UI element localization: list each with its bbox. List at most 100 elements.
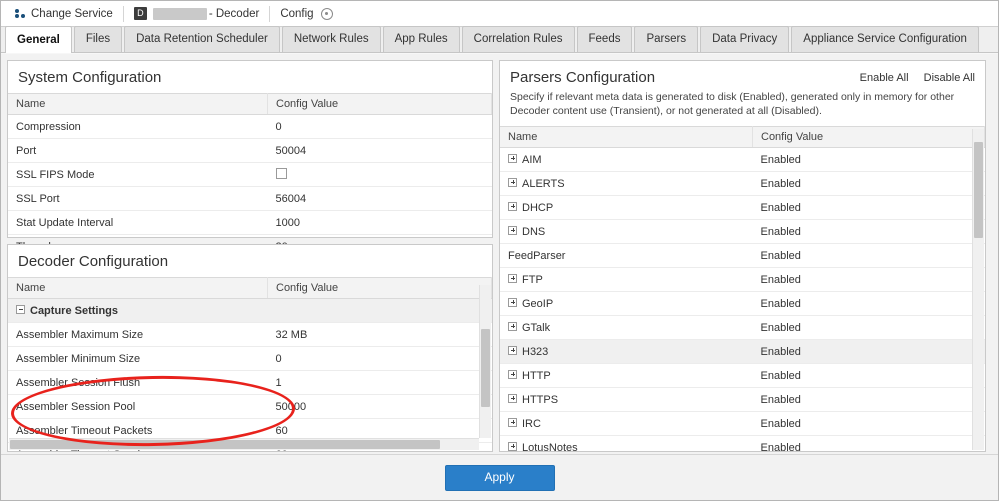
table-row[interactable]: FeedParser Enabled [500,243,985,269]
collapse-icon[interactable] [16,304,25,314]
group-label: Capture Settings [30,304,119,317]
decoder-vertical-scrollbar[interactable] [479,285,491,438]
column-header-name[interactable]: Name [8,277,268,299]
enable-all-link[interactable]: Enable All [860,72,909,84]
expand-icon[interactable] [508,321,517,331]
scroll-down-button[interactable] [480,427,491,438]
table-row[interactable]: Stat Update Interval 1000 [8,210,492,235]
column-header-name[interactable]: Name [500,126,753,149]
row-value[interactable]: 1 [267,370,492,395]
column-header-config-value[interactable]: Config Value [267,277,492,299]
row-value[interactable]: 32 MB [267,322,492,347]
table-row[interactable]: H323 Enabled [500,339,985,365]
expand-icon[interactable] [508,225,517,235]
table-row[interactable]: SSL Port 56004 [8,186,492,211]
row-value[interactable]: Enabled [752,435,985,451]
row-name: FTP [500,267,753,293]
config-menu[interactable]: Config [272,1,340,27]
row-value[interactable]: Enabled [752,267,985,293]
disable-all-link[interactable]: Disable All [924,72,975,84]
table-row[interactable]: SSL FIPS Mode [8,162,492,187]
table-row[interactable]: Assembler Session Pool 50000 [8,394,492,419]
tab-appliance-service-configuration[interactable]: Appliance Service Configuration [791,26,979,52]
expand-icon[interactable] [508,153,517,163]
row-name: DNS [500,219,753,245]
table-row[interactable]: Assembler Maximum Size 32 MB [8,322,492,347]
toolbar-divider [122,5,124,22]
table-row[interactable]: Assembler Session Flush 1 [8,370,492,395]
column-header-name[interactable]: Name [8,93,268,115]
tab-data-retention-scheduler[interactable]: Data Retention Scheduler [124,26,280,52]
table-row[interactable]: LotusNotes Enabled [500,435,985,451]
row-value[interactable]: Enabled [752,411,985,437]
row-value [267,298,492,323]
tab-data-privacy[interactable]: Data Privacy [700,26,790,52]
row-value [267,162,492,187]
table-row[interactable]: DNS Enabled [500,219,985,245]
row-value[interactable]: 50004 [267,138,492,163]
parsers-vertical-scrollbar[interactable] [972,129,984,450]
expand-icon[interactable] [508,177,517,187]
parsers-scroll-thumb[interactable] [974,142,983,238]
change-service-button[interactable]: Change Service [7,1,121,27]
table-row[interactable]: Assembler Minimum Size 0 [8,346,492,371]
decoder-config-window: Change Service D - Decoder Config Genera… [0,0,999,501]
decoder-service-label[interactable]: D - Decoder [126,1,268,27]
table-row[interactable]: Port 50004 [8,138,492,163]
tab-app-rules[interactable]: App Rules [382,26,460,52]
expand-icon[interactable] [508,297,517,307]
tab-feeds[interactable]: Feeds [576,26,633,52]
row-value[interactable]: Enabled [752,243,985,269]
table-row[interactable]: FTP Enabled [500,267,985,293]
row-value[interactable]: 56004 [267,186,492,211]
tab-correlation-rules[interactable]: Correlation Rules [461,26,575,52]
expand-icon[interactable] [508,369,517,379]
row-value[interactable]: Enabled [752,315,985,341]
table-row-group[interactable]: Capture Settings [8,298,492,323]
decoder-hscroll-thumb[interactable] [10,440,440,449]
row-value[interactable]: Enabled [752,219,985,245]
table-row[interactable]: IRC Enabled [500,411,985,437]
table-row[interactable]: ALERTS Enabled [500,171,985,197]
tab-files[interactable]: Files [73,26,123,52]
table-row[interactable]: GeoIP Enabled [500,291,985,317]
column-header-config-value[interactable]: Config Value [267,93,492,115]
parsers-table: Name Config Value AIM Enabled ALERTS Ena… [500,126,985,451]
row-value[interactable]: 1000 [267,210,492,235]
row-name: GeoIP [500,291,753,317]
scroll-down-button[interactable] [973,439,984,450]
decoder-horizontal-scrollbar[interactable] [9,438,479,450]
table-row[interactable]: DHCP Enabled [500,195,985,221]
row-value[interactable]: 0 [267,346,492,371]
expand-icon[interactable] [508,441,517,451]
tab-network-rules[interactable]: Network Rules [281,26,381,52]
expand-icon[interactable] [508,393,517,403]
row-value[interactable]: Enabled [752,195,985,221]
scroll-up-button[interactable] [480,285,491,296]
row-value[interactable]: Enabled [752,363,985,389]
top-toolbar: Change Service D - Decoder Config [1,1,998,27]
ssl-fips-mode-checkbox[interactable] [275,168,287,179]
table-row[interactable]: HTTP Enabled [500,363,985,389]
expand-icon[interactable] [508,345,517,355]
row-value[interactable]: 50000 [267,394,492,419]
row-value[interactable]: Enabled [752,387,985,413]
expand-icon[interactable] [508,273,517,283]
table-row[interactable]: HTTPS Enabled [500,387,985,413]
row-value[interactable]: Enabled [752,291,985,317]
row-value[interactable]: Enabled [752,171,985,197]
expand-icon[interactable] [508,201,517,211]
tab-parsers[interactable]: Parsers [634,26,699,52]
expand-icon[interactable] [508,417,517,427]
table-row[interactable]: Compression 0 [8,114,492,139]
row-value[interactable]: 0 [267,114,492,139]
decoder-scroll-thumb[interactable] [481,329,490,407]
apply-button[interactable]: Apply [444,464,555,491]
table-row[interactable]: AIM Enabled [500,147,985,173]
column-header-config-value[interactable]: Config Value [752,126,985,149]
tab-general[interactable]: General [5,26,72,53]
scroll-up-button[interactable] [973,129,984,140]
row-value[interactable]: Enabled [752,339,985,365]
row-value[interactable]: Enabled [752,147,985,173]
table-row[interactable]: GTalk Enabled [500,315,985,341]
